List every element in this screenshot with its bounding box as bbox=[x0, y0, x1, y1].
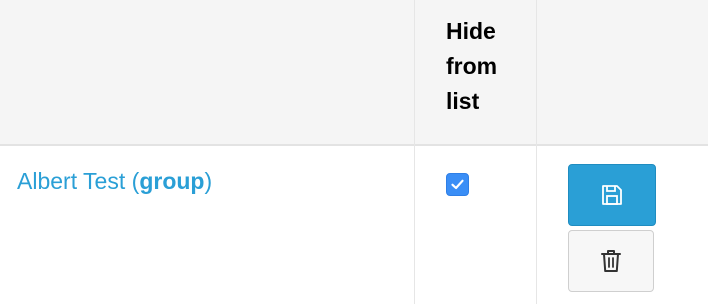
header-line: list bbox=[446, 88, 480, 114]
checkmark-icon bbox=[451, 179, 464, 190]
hide-from-list-checkbox[interactable] bbox=[446, 173, 469, 196]
column-header-name bbox=[0, 0, 414, 144]
delete-button[interactable] bbox=[568, 230, 654, 292]
column-header-actions bbox=[537, 0, 708, 144]
table-header-row: Hide from list bbox=[0, 0, 708, 146]
paren-open: ( bbox=[125, 168, 140, 194]
header-line: from bbox=[446, 53, 498, 79]
column-divider bbox=[414, 0, 415, 304]
member-name: Albert Test bbox=[17, 168, 126, 194]
header-line: Hide bbox=[446, 18, 496, 44]
column-divider bbox=[536, 0, 537, 304]
save-button[interactable] bbox=[568, 164, 656, 226]
members-table: Hide from list Albert Test (group) bbox=[0, 0, 708, 304]
member-name-link[interactable]: Albert Test (group) bbox=[17, 168, 212, 195]
floppy-disk-icon bbox=[602, 185, 622, 205]
trash-icon bbox=[601, 250, 621, 272]
column-header-hide-from-list: Hide from list bbox=[446, 14, 526, 119]
member-type: group bbox=[139, 168, 205, 194]
paren-close: ) bbox=[204, 168, 213, 194]
